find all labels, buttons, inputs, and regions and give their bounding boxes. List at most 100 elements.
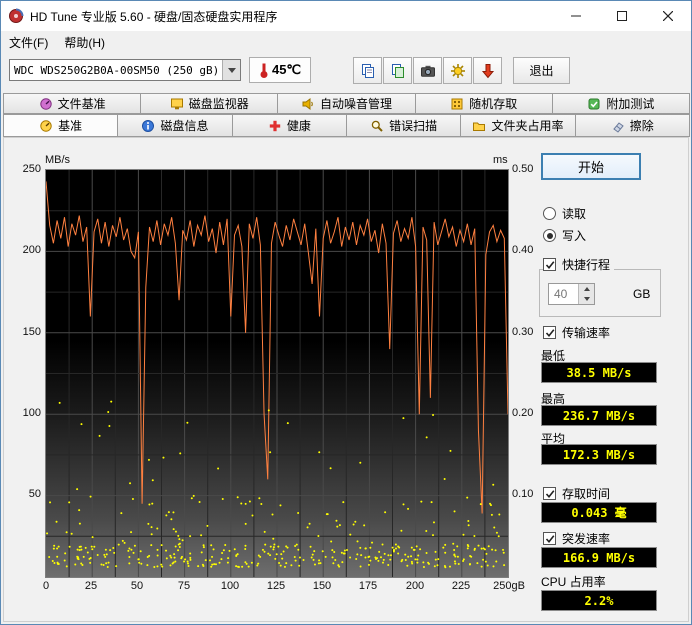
x-tick: 225 xyxy=(451,580,471,592)
x-tick: 100 xyxy=(220,580,240,592)
y-right-tick: 0.40 xyxy=(512,244,534,256)
app-icon xyxy=(9,8,24,23)
tab-label: 基准 xyxy=(58,119,83,133)
file-benchmark-icon xyxy=(39,97,53,111)
y-left-tick: 100 xyxy=(22,407,41,419)
save-results-button[interactable] xyxy=(473,57,502,84)
access-time-value-box: 0.043 毫 xyxy=(541,502,657,523)
close-button[interactable] xyxy=(645,1,691,31)
thermometer-icon xyxy=(260,63,268,78)
cpu-usage-value-box: 2.2% xyxy=(541,590,657,611)
y-left-unit-label: MB/s xyxy=(45,154,71,166)
short-stroke-value: 40 xyxy=(554,287,568,301)
tab-label: 磁盘信息 xyxy=(160,119,209,133)
drive-select[interactable]: WDC WDS250G2B0A-00SM50 (250 gB) xyxy=(9,59,241,81)
access-time-checkbox[interactable]: 存取时间 xyxy=(543,485,610,502)
short-stroke-unit: GB xyxy=(633,287,651,301)
tab-random-access[interactable]: 随机存取 xyxy=(414,93,553,114)
title-bar: HD Tune 专业版 5.60 - 硬盘/固态硬盘实用程序 xyxy=(1,1,691,32)
copy-image-button[interactable] xyxy=(383,57,412,84)
transfer-rate-checkbox[interactable]: 传输速率 xyxy=(543,324,610,341)
spinner-down-button[interactable] xyxy=(579,294,594,304)
maximize-button[interactable] xyxy=(599,1,645,31)
checkbox-checked-icon xyxy=(543,487,556,500)
checkbox-checked-icon xyxy=(543,326,556,339)
drive-select-dropdown-button[interactable] xyxy=(222,60,240,80)
x-tick: 175 xyxy=(358,580,378,592)
chart-canvas xyxy=(46,170,508,577)
copy-text-button[interactable] xyxy=(353,57,382,84)
spinner-up-button[interactable] xyxy=(579,284,594,294)
min-value-box: 38.5 MB/s xyxy=(541,362,657,383)
menu-help[interactable]: 帮助(H) xyxy=(56,32,113,53)
tab-label: 文件基准 xyxy=(57,97,106,111)
extra-tests-icon xyxy=(587,97,601,111)
drive-select-value: WDC WDS250G2B0A-00SM50 (250 gB) xyxy=(14,63,220,77)
tab-aam[interactable]: 自动噪音管理 xyxy=(277,93,416,114)
settings-button[interactable] xyxy=(443,57,472,84)
tab-row-1: 文件基准 磁盘监视器 自动噪音管理 随机存取 附加测试 xyxy=(3,93,691,114)
y-left-tick: 50 xyxy=(28,488,41,500)
tab-label: 磁盘监视器 xyxy=(188,97,249,111)
checkbox-checked-icon xyxy=(543,258,556,271)
tab-label: 附加测试 xyxy=(606,97,655,111)
tab-label: 健康 xyxy=(286,119,311,133)
short-stroke-checkbox[interactable]: 快捷行程 xyxy=(543,256,615,273)
temperature-indicator: 45℃ xyxy=(249,57,311,83)
exit-button[interactable]: 退出 xyxy=(513,57,570,84)
x-tick: 0 xyxy=(42,580,50,592)
write-radio-label: 写入 xyxy=(562,229,587,243)
x-tick: 50 xyxy=(130,580,144,592)
tab-extra-tests[interactable]: 附加测试 xyxy=(551,93,691,114)
aam-icon xyxy=(301,97,315,111)
x-tick: 150 xyxy=(312,580,332,592)
chevron-down-icon xyxy=(583,297,590,301)
y-right-tick: 0.10 xyxy=(512,488,534,500)
screenshot-icon xyxy=(420,65,435,77)
tab-folder-usage[interactable]: 文件夹占用率 xyxy=(460,114,576,137)
copy-image-icon xyxy=(391,63,404,78)
disk-monitor-icon xyxy=(170,97,184,111)
tab-label: 随机存取 xyxy=(469,97,518,111)
minimize-button[interactable] xyxy=(553,1,599,31)
chevron-down-icon xyxy=(227,67,236,73)
tab-disk-info[interactable]: 磁盘信息 xyxy=(117,114,233,137)
read-radio[interactable]: 读取 xyxy=(543,205,586,222)
tab-file-benchmark[interactable]: 文件基准 xyxy=(3,93,142,114)
toolbar: WDC WDS250G2B0A-00SM50 (250 gB) 45℃ 退出 xyxy=(1,53,691,91)
y-right-unit-label: ms xyxy=(493,154,508,166)
error-scan-icon xyxy=(370,119,384,133)
x-tick: 75 xyxy=(177,580,191,592)
read-radio-label: 读取 xyxy=(562,207,587,221)
folder-usage-icon xyxy=(472,119,486,133)
health-icon xyxy=(268,119,282,133)
tab-label: 错误扫描 xyxy=(389,119,438,133)
y-left-tick: 250 xyxy=(22,163,41,175)
short-stroke-spinner[interactable]: 40 xyxy=(548,283,595,305)
write-radio[interactable]: 写入 xyxy=(543,227,586,244)
tab-health[interactable]: 健康 xyxy=(231,114,347,137)
chevron-up-icon xyxy=(583,287,590,291)
access-time-label: 存取时间 xyxy=(562,487,611,501)
tab-erase[interactable]: 擦除 xyxy=(574,114,690,137)
save-results-icon xyxy=(481,63,494,78)
tab-error-scan[interactable]: 错误扫描 xyxy=(345,114,462,137)
x-tick: 250gB xyxy=(493,580,525,592)
start-button[interactable]: 开始 xyxy=(541,153,641,180)
start-button-label: 开始 xyxy=(577,160,604,175)
menu-bar: 文件(F) 帮助(H) xyxy=(1,31,691,53)
x-tick: 125 xyxy=(266,580,286,592)
transfer-rate-label: 传输速率 xyxy=(562,326,611,340)
tab-benchmark[interactable]: 基准 xyxy=(3,114,119,137)
checkbox-checked-icon xyxy=(543,532,556,545)
x-tick: 25 xyxy=(84,580,98,592)
y-left-tick: 200 xyxy=(22,244,41,256)
burst-rate-checkbox[interactable]: 突发速率 xyxy=(543,530,610,547)
screenshot-button[interactable] xyxy=(413,57,442,84)
avg-value-box: 172.3 MB/s xyxy=(541,444,657,465)
cpu-usage-label: CPU 占用率 xyxy=(541,575,606,589)
tab-disk-monitor[interactable]: 磁盘监视器 xyxy=(140,93,279,114)
menu-file[interactable]: 文件(F) xyxy=(1,32,56,53)
tab-row-2: 基准 磁盘信息 健康 错误扫描 文件夹占用率 擦除 xyxy=(3,114,690,137)
tab-label: 自动噪音管理 xyxy=(320,97,393,111)
